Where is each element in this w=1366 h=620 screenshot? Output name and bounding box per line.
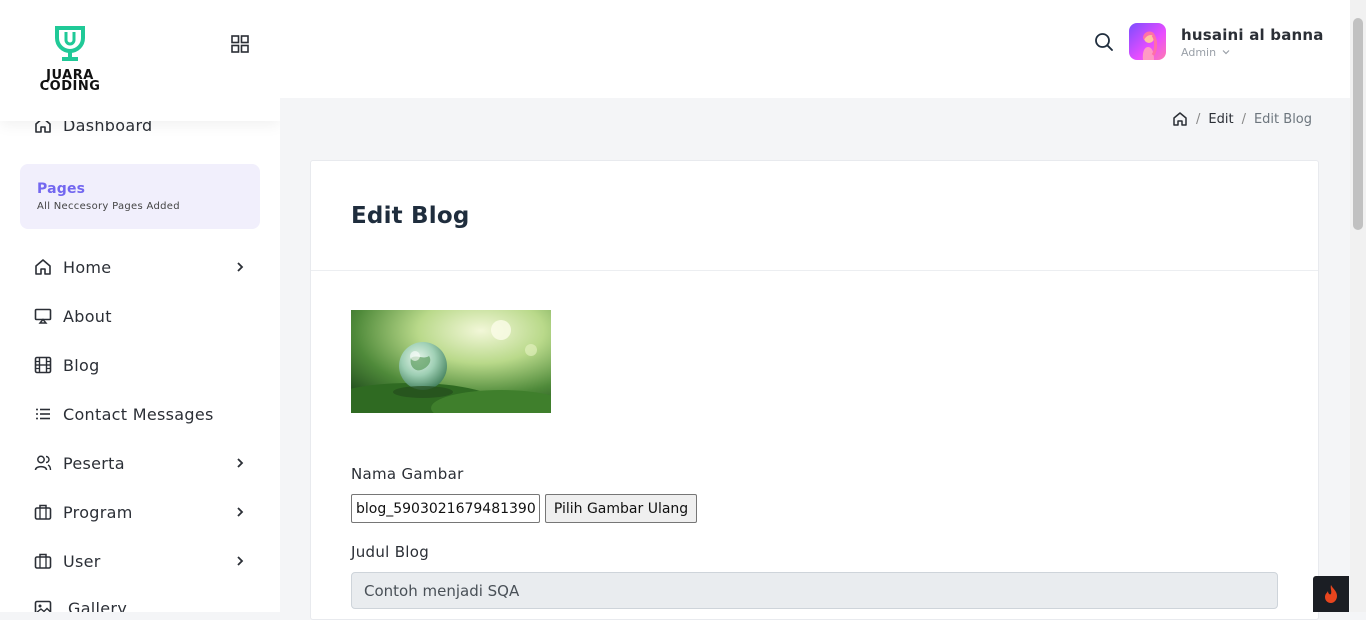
sidebar-item-home[interactable]: Home bbox=[34, 255, 250, 279]
menu-grid-icon[interactable] bbox=[230, 34, 250, 54]
users-icon bbox=[34, 454, 52, 472]
brand-name: JUARA CODING bbox=[39, 68, 101, 94]
pages-subtitle: All Neccesory Pages Added bbox=[37, 201, 180, 212]
top-header: husaini al banna Admin bbox=[280, 0, 1350, 98]
sidebar-item-program[interactable]: Program bbox=[34, 500, 250, 524]
card-header: Edit Blog bbox=[311, 161, 1318, 271]
flame-icon bbox=[1325, 585, 1337, 603]
sidebar-item-label: About bbox=[63, 306, 112, 326]
sidebar-item-contact-messages[interactable]: Contact Messages bbox=[34, 402, 250, 426]
user-role-label: Admin bbox=[1181, 46, 1217, 59]
chevron-right-icon bbox=[237, 458, 244, 468]
sidebar-item-gallery[interactable]: Gallery bbox=[34, 596, 250, 612]
briefcase-icon bbox=[34, 503, 52, 521]
image-icon bbox=[34, 599, 52, 612]
user-portrait-icon bbox=[1142, 31, 1158, 60]
blog-image-preview bbox=[351, 310, 551, 413]
briefcase-icon bbox=[34, 552, 52, 570]
edit-blog-card: Edit Blog Nama Gambar blog_5903021679481… bbox=[310, 160, 1319, 620]
chevron-right-icon bbox=[237, 262, 244, 272]
user-name: husaini al banna bbox=[1181, 26, 1324, 44]
sidebar-item-peserta[interactable]: Peserta bbox=[34, 451, 250, 475]
sidebar-item-blog[interactable]: Blog bbox=[34, 353, 250, 377]
sidebar: JUARA CODING Dashboard Pages All Necceso… bbox=[0, 0, 280, 612]
page-scrollbar[interactable] bbox=[1350, 0, 1366, 612]
chevron-right-icon bbox=[237, 507, 244, 517]
brand-logo[interactable]: JUARA CODING bbox=[32, 26, 108, 96]
page-title: Edit Blog bbox=[351, 203, 470, 229]
breadcrumb: / Edit / Edit Blog bbox=[1172, 111, 1312, 127]
sidebar-item-label: Blog bbox=[63, 355, 100, 375]
sidebar-item-label: Program bbox=[63, 502, 133, 522]
blog-title-label: Judul Blog bbox=[351, 543, 430, 561]
scrollbar-thumb[interactable] bbox=[1353, 18, 1363, 230]
search-icon[interactable] bbox=[1094, 32, 1114, 52]
globe-moss-image bbox=[351, 310, 551, 413]
home-icon[interactable] bbox=[1172, 111, 1188, 127]
sidebar-item-label: Home bbox=[63, 257, 112, 277]
avatar[interactable] bbox=[1129, 23, 1166, 60]
image-name-label: Nama Gambar bbox=[351, 465, 464, 483]
sidebar-item-about[interactable]: About bbox=[34, 304, 250, 328]
monitor-icon bbox=[34, 307, 52, 325]
breadcrumb-separator: / bbox=[1241, 111, 1246, 127]
sidebar-item-user[interactable]: User bbox=[34, 549, 250, 573]
sidebar-item-label: Contact Messages bbox=[63, 404, 214, 424]
film-icon bbox=[34, 356, 52, 374]
sidebar-item-label: Peserta bbox=[63, 453, 125, 473]
pages-title: Pages bbox=[37, 181, 86, 197]
sidebar-item-label: Gallery bbox=[68, 598, 128, 613]
sidebar-header: JUARA CODING bbox=[0, 0, 280, 121]
chevron-down-icon bbox=[1222, 50, 1229, 55]
breadcrumb-separator: / bbox=[1196, 111, 1201, 127]
home-icon bbox=[34, 258, 52, 276]
choose-image-button[interactable]: Pilih Gambar Ulang bbox=[545, 494, 697, 523]
blog-title-field[interactable] bbox=[351, 572, 1278, 609]
image-file-field[interactable] bbox=[351, 494, 540, 523]
user-role-dropdown[interactable]: Admin bbox=[1181, 46, 1230, 59]
chevron-right-icon bbox=[237, 556, 244, 566]
debug-toolbar-button[interactable] bbox=[1313, 576, 1349, 612]
trophy-logo-icon bbox=[55, 26, 85, 61]
pages-section-header: Pages All Neccesory Pages Added bbox=[20, 164, 260, 229]
sidebar-item-label: User bbox=[63, 551, 101, 571]
breadcrumb-edit[interactable]: Edit bbox=[1208, 112, 1233, 127]
list-icon bbox=[34, 405, 52, 423]
breadcrumb-current: Edit Blog bbox=[1253, 111, 1313, 127]
